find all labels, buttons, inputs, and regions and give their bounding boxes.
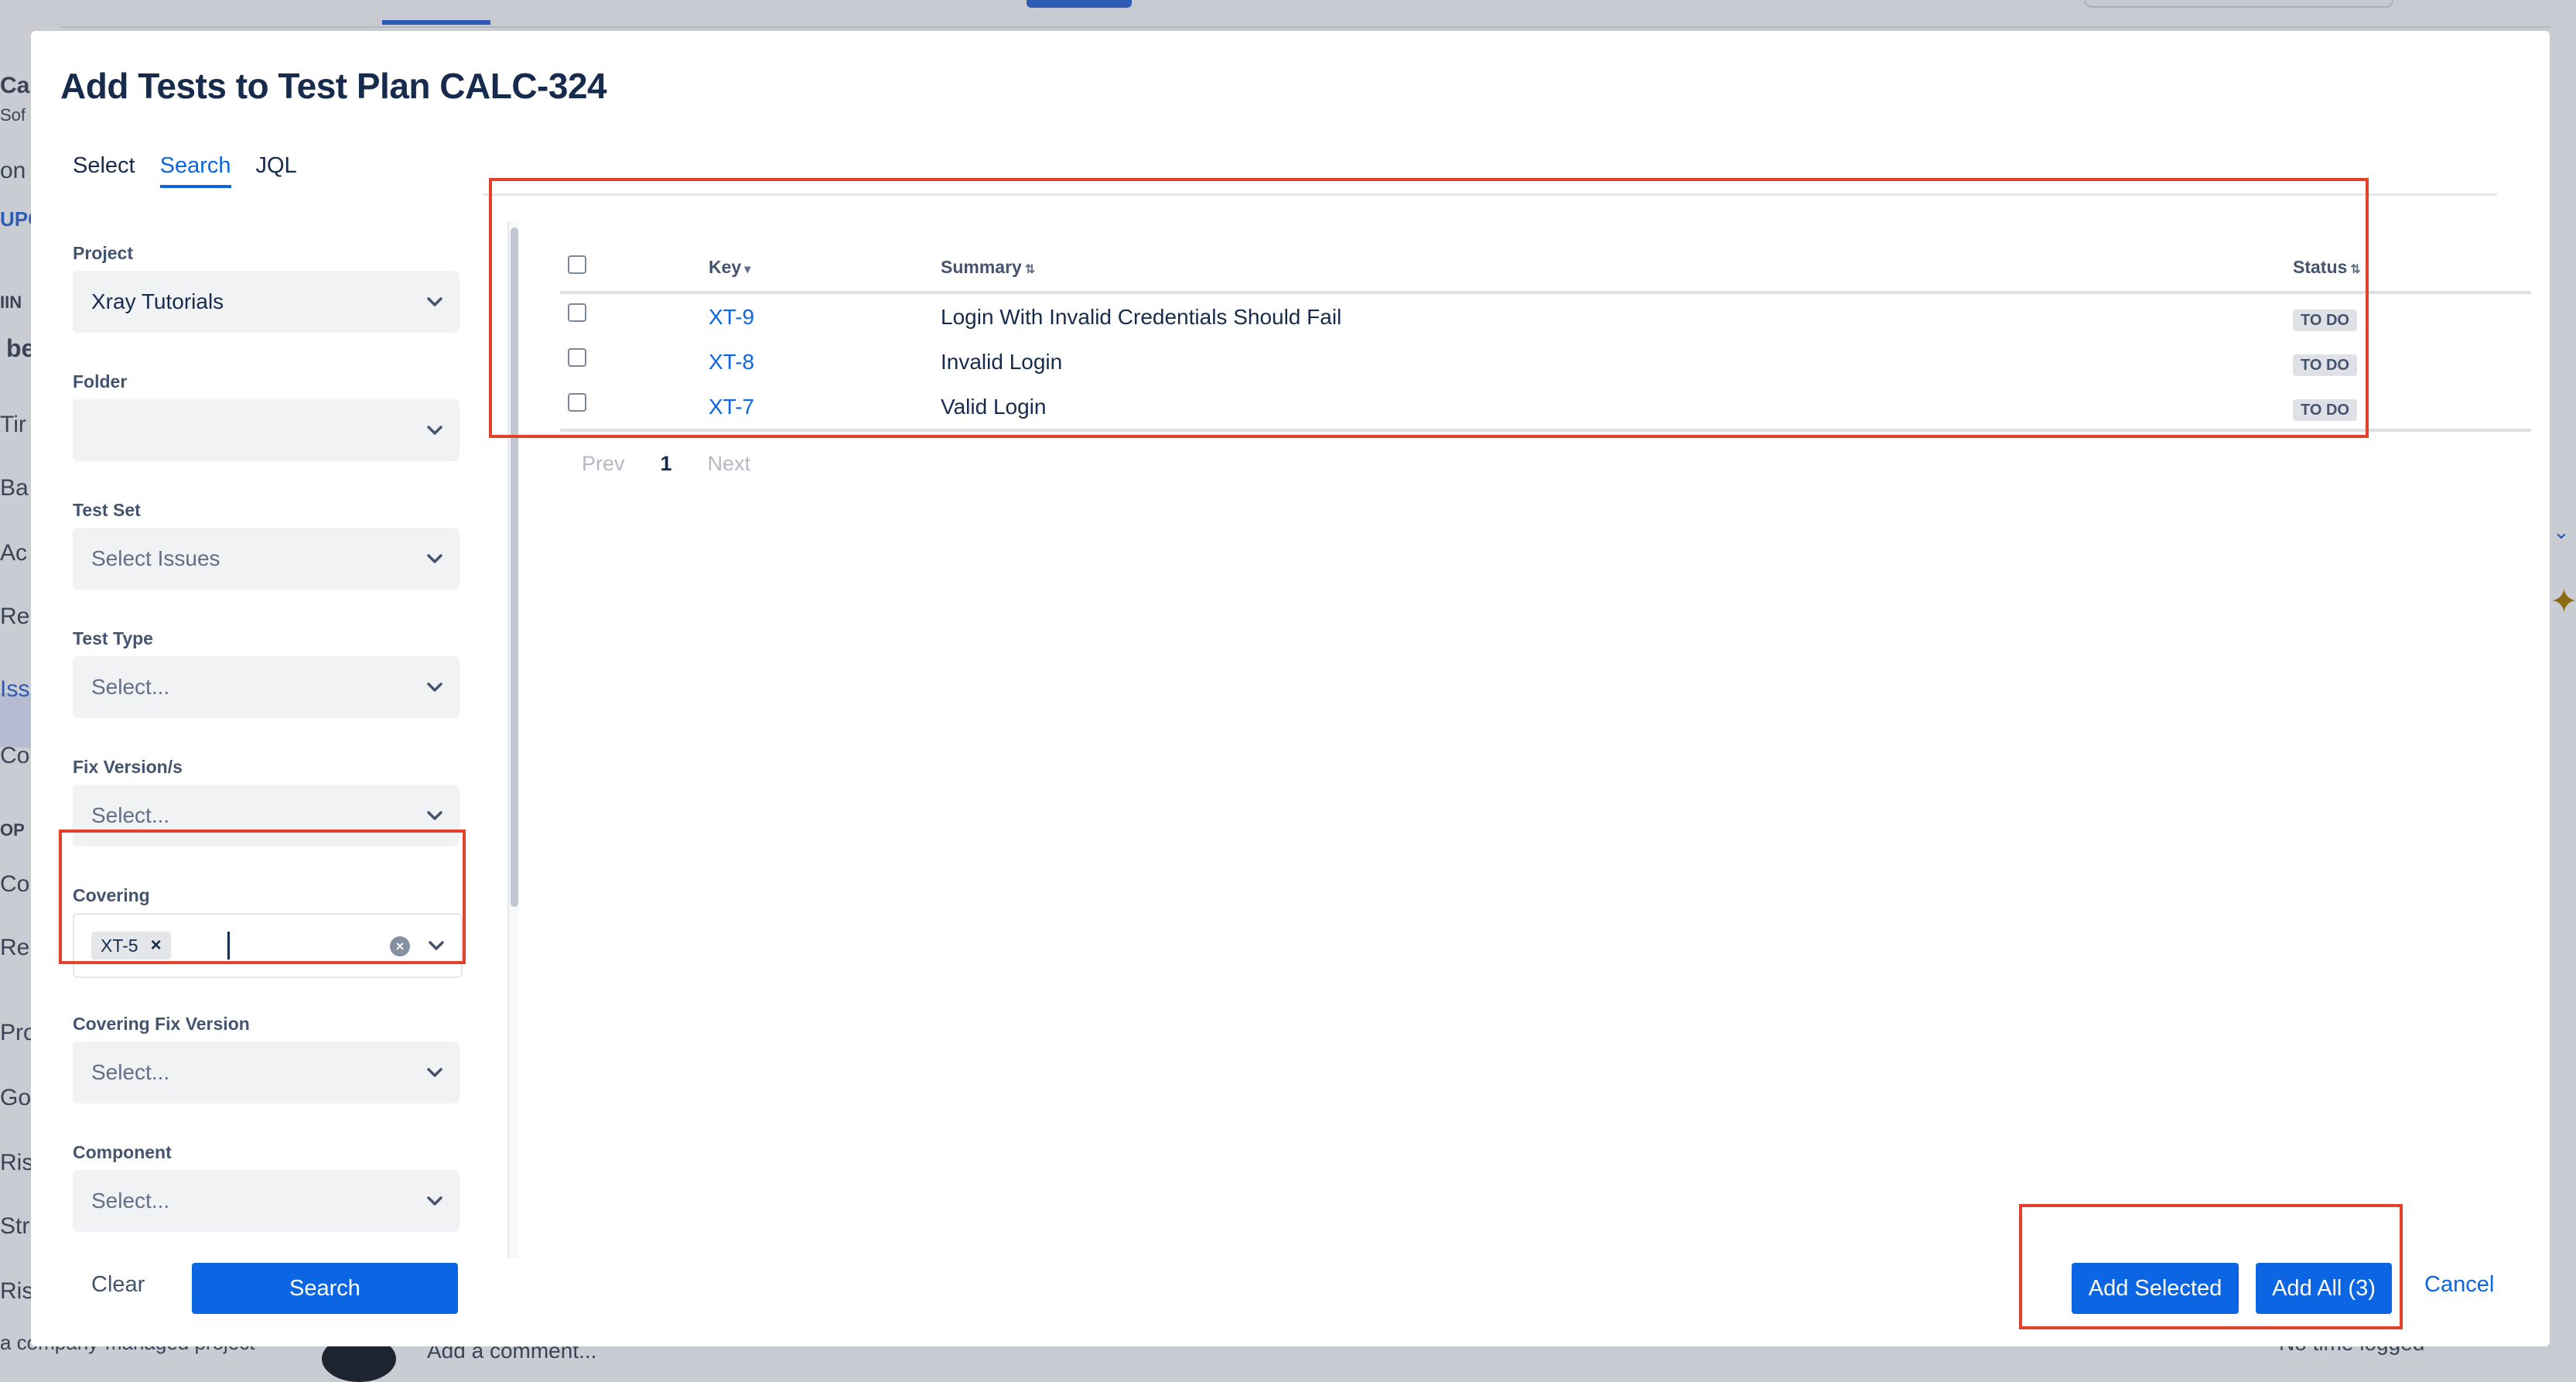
search-button[interactable]: Search [192,1263,458,1314]
background-sidebar-text: Ba [0,475,29,501]
test-type-label: Test Type [73,628,153,648]
component-field: Component Select... [73,1142,490,1232]
background-sidebar-text: on [0,158,26,183]
tab-search[interactable]: Search [159,153,231,188]
chevron-down-icon [427,811,442,820]
test-set-select[interactable]: Select Issues [73,528,460,590]
pagination-next[interactable]: Next [708,452,751,476]
chevron-down-icon [427,1196,442,1206]
background-sidebar-text: Iss [0,676,30,702]
background-sidebar-text: Tir [0,412,26,437]
dialog-title: Add Tests to Test Plan CALC-324 [60,66,607,106]
background-sidebar-text: Co [0,743,30,768]
pagination: Prev 1 Next [582,452,750,476]
covering-fix-version-field: Covering Fix Version Select... [73,1014,490,1103]
tab-jql[interactable]: JQL [256,153,297,188]
background-sidebar-text: Ac [0,540,28,566]
clear-button[interactable]: Clear [91,1272,145,1298]
pagination-prev[interactable]: Prev [582,452,625,476]
background-sidebar-text: Str [0,1213,30,1239]
tab-select[interactable]: Select [73,153,135,188]
component-placeholder: Select... [91,1189,170,1213]
covering-fix-version-label: Covering Fix Version [73,1014,250,1034]
fix-version-placeholder: Select... [91,803,170,827]
test-set-label: Test Set [73,500,141,520]
covering-fix-version-placeholder: Select... [91,1060,170,1084]
background-sidebar-text: Co [0,871,30,897]
background-create-button [1027,0,1132,8]
background-right-panel [2551,26,2576,1367]
background-sidebar-text: Go [0,1085,32,1110]
annotation-box-add-buttons [2019,1204,2403,1329]
background-sidebar-text: OP [0,820,25,840]
search-filters-panel: Project Xray Tutorials Folder Test Set S… [73,206,490,1258]
chevron-down-icon [427,426,442,435]
annotation-box-results [489,178,2369,438]
chevron-down-icon [427,1068,442,1077]
dialog-tabs: Select Search JQL [73,153,297,188]
background-sidebar-text: IIN [0,292,22,312]
background-sidebar-text: Re [0,935,30,960]
folder-label: Folder [73,371,128,392]
project-field: Project Xray Tutorials [73,243,490,333]
background-chevron-down-icon: ⌄ [2553,520,2570,543]
project-select[interactable]: Xray Tutorials [73,271,460,333]
covering-fix-version-select[interactable]: Select... [73,1042,460,1103]
test-set-placeholder: Select Issues [91,546,220,570]
chevron-down-icon [427,682,442,692]
background-active-tab-indicator [382,20,490,25]
background-sparkle-icon: ✦ [2550,583,2576,621]
component-select[interactable]: Select... [73,1170,460,1232]
test-type-field: Test Type Select... [73,628,490,718]
project-label: Project [73,243,133,263]
chevron-down-icon [427,554,442,563]
background-sidebar-text: Ris [0,1150,34,1175]
pagination-current-page[interactable]: 1 [661,452,672,476]
fix-version-label: Fix Version/s [73,757,183,777]
component-label: Component [73,1142,172,1162]
cancel-button[interactable]: Cancel [2424,1272,2494,1298]
test-type-select[interactable]: Select... [73,656,460,718]
background-sidebar-text: Ris [0,1278,34,1304]
background-sidebar-text: Sof [0,105,26,125]
folder-select[interactable] [73,399,460,461]
annotation-box-covering [59,830,466,964]
test-type-placeholder: Select... [91,675,170,699]
project-select-value: Xray Tutorials [91,289,224,313]
chevron-down-icon [427,297,442,306]
background-search-box [2084,0,2393,8]
test-set-field: Test Set Select Issues [73,500,490,590]
background-sidebar-text: Re [0,604,30,629]
folder-field: Folder [73,371,490,461]
